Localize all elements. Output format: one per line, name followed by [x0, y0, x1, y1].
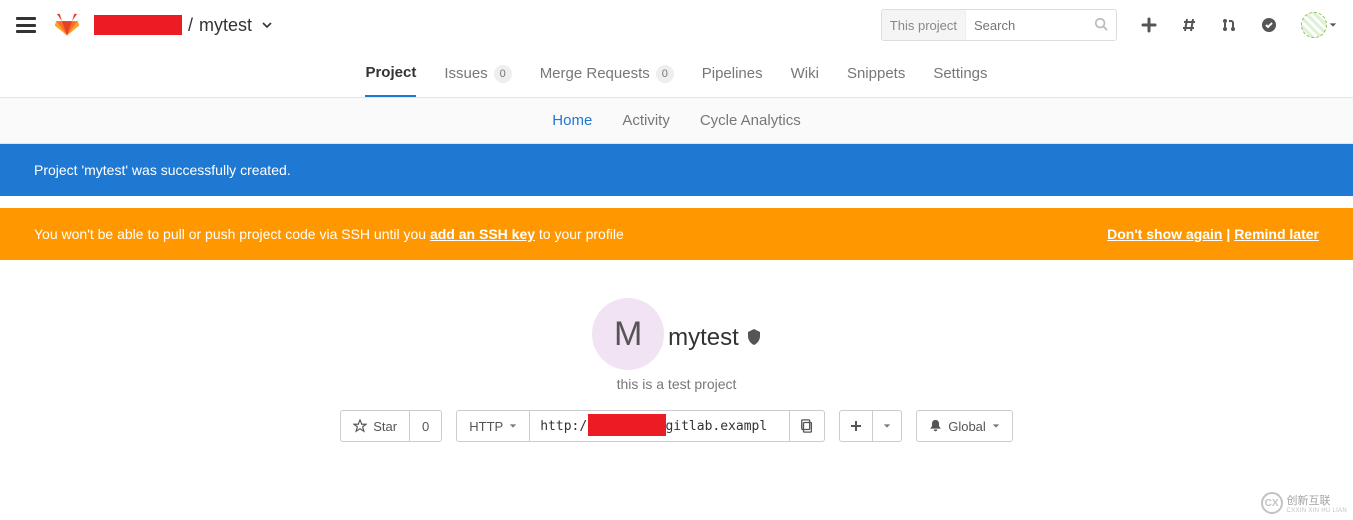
- mr-count-badge: 0: [656, 65, 674, 83]
- chevron-down-icon[interactable]: [262, 17, 272, 33]
- search-icon[interactable]: [1086, 17, 1116, 34]
- subtab-cycle-analytics[interactable]: Cycle Analytics: [700, 112, 801, 129]
- tab-pipelines[interactable]: Pipelines: [702, 64, 763, 97]
- breadcrumb-separator: /: [188, 15, 193, 36]
- search-box[interactable]: This project: [881, 9, 1117, 41]
- tab-issues[interactable]: Issues0: [444, 64, 511, 97]
- star-icon: [353, 419, 367, 433]
- hamburger-menu-icon[interactable]: [16, 15, 36, 35]
- protocol-dropdown[interactable]: HTTP: [456, 410, 530, 442]
- ssh-warning-banner: You won't be able to pull or push projec…: [0, 208, 1353, 260]
- breadcrumb-owner[interactable]: [94, 15, 182, 35]
- topbar: / mytest This project: [0, 0, 1353, 50]
- gitlab-logo-icon[interactable]: [54, 11, 80, 40]
- caret-down-icon: [1329, 21, 1337, 29]
- top-icons: [1141, 12, 1337, 38]
- bell-icon: [929, 419, 942, 433]
- add-ssh-key-link[interactable]: add an SSH key: [430, 226, 535, 242]
- issues-count-badge: 0: [494, 65, 512, 83]
- success-banner: Project 'mytest' was successfully create…: [0, 144, 1353, 196]
- project-title: mytest: [668, 324, 761, 352]
- todo-check-icon[interactable]: [1261, 17, 1277, 33]
- visibility-private-icon: [747, 324, 761, 352]
- dont-show-again-link[interactable]: Don't show again: [1107, 226, 1222, 242]
- add-group: [839, 410, 902, 442]
- search-input[interactable]: [966, 18, 1086, 33]
- merge-request-icon[interactable]: [1221, 17, 1237, 33]
- tab-snippets[interactable]: Snippets: [847, 64, 905, 97]
- project-tabs: Project Issues0 Merge Requests0 Pipeline…: [0, 50, 1353, 98]
- success-message: Project 'mytest' was successfully create…: [34, 162, 291, 178]
- subtab-activity[interactable]: Activity: [622, 112, 670, 129]
- project-subtabs: Home Activity Cycle Analytics: [0, 98, 1353, 144]
- caret-down-icon: [509, 422, 517, 430]
- subtab-home[interactable]: Home: [552, 112, 592, 129]
- tab-wiki[interactable]: Wiki: [791, 64, 819, 97]
- hash-icon[interactable]: [1181, 17, 1197, 33]
- clone-url-redaction: [588, 414, 666, 436]
- watermark: CX 创新互联 CXXIN XIN HU LIAN: [1261, 492, 1347, 514]
- star-button[interactable]: Star: [340, 410, 410, 442]
- project-header: M mytest this is a test project Star 0 H…: [0, 260, 1353, 462]
- add-button[interactable]: [839, 410, 873, 442]
- tab-settings[interactable]: Settings: [933, 64, 987, 97]
- caret-down-icon: [883, 422, 891, 430]
- caret-down-icon: [992, 422, 1000, 430]
- tab-project[interactable]: Project: [365, 64, 416, 97]
- project-description: this is a test project: [0, 376, 1353, 392]
- copy-url-button[interactable]: [790, 410, 825, 442]
- tab-merge-requests[interactable]: Merge Requests0: [540, 64, 674, 97]
- star-count: 0: [410, 410, 442, 442]
- project-actions: Star 0 HTTP: [0, 410, 1353, 442]
- user-avatar-icon: [1301, 12, 1327, 38]
- remind-later-link[interactable]: Remind later: [1234, 226, 1319, 242]
- plus-icon[interactable]: [1141, 17, 1157, 33]
- notification-dropdown[interactable]: Global: [916, 410, 1013, 442]
- clone-group: HTTP: [456, 410, 825, 442]
- star-group: Star 0: [340, 410, 442, 442]
- plus-icon: [850, 420, 862, 432]
- breadcrumb: / mytest: [94, 15, 272, 36]
- add-dropdown[interactable]: [873, 410, 902, 442]
- user-menu[interactable]: [1301, 12, 1337, 38]
- copy-icon: [800, 419, 814, 433]
- ssh-warning-message: You won't be able to pull or push projec…: [34, 226, 624, 242]
- breadcrumb-project[interactable]: mytest: [199, 15, 252, 36]
- search-scope[interactable]: This project: [882, 10, 966, 40]
- project-avatar: M: [592, 298, 664, 370]
